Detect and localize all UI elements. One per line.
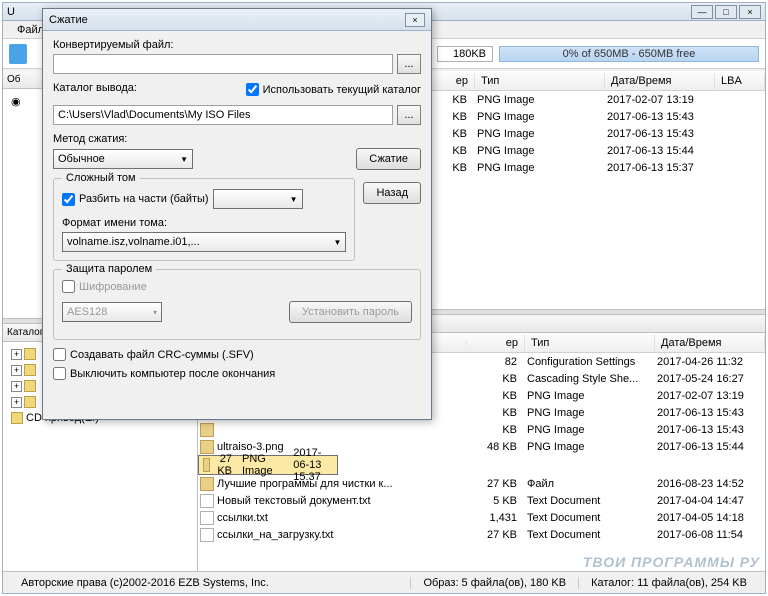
volume-name-label: Формат имени тома: [62, 217, 346, 229]
col-size[interactable]: ер [467, 335, 525, 351]
col-lba[interactable]: LBA [715, 73, 765, 89]
chevron-down-icon: ▼ [180, 155, 188, 164]
maximize-button[interactable]: □ [715, 5, 737, 19]
table-row[interactable]: Новый текстовый документ.txt5 KBText Doc… [198, 492, 765, 509]
file-icon [200, 494, 214, 508]
file-icon [200, 511, 214, 525]
cd-icon: ◉ [11, 95, 21, 108]
file-icon [200, 477, 214, 491]
output-dir-input[interactable] [53, 105, 393, 125]
set-password-button: Установить пароль [289, 301, 412, 323]
volume-group: Сложный том Разбить на части (байты) ▼ Ф… [53, 178, 355, 261]
col-date[interactable]: Дата/Время [655, 335, 765, 351]
chevron-down-icon: ▼ [290, 195, 298, 204]
expand-icon[interactable]: + [11, 365, 22, 376]
computer-icon [24, 348, 36, 360]
catalog-status: Каталог: 11 файла(ов), 254 KB [578, 577, 759, 589]
table-row[interactable]: KBPNG Image2017-06-13 15:43 [198, 421, 765, 438]
total-size-value: 180KB [437, 46, 493, 62]
file-icon [200, 423, 214, 437]
file-icon [200, 440, 214, 454]
crc-checkbox[interactable]: Создавать файл CRC-суммы (.SFV) [53, 348, 421, 361]
folder-icon [24, 364, 36, 376]
compress-button[interactable]: Сжатие [356, 148, 421, 170]
file-icon [200, 528, 214, 542]
expand-icon[interactable]: + [11, 349, 22, 360]
minimize-button[interactable]: — [691, 5, 713, 19]
method-label: Метод сжатия: [53, 133, 421, 145]
browse-source-button[interactable]: ... [397, 54, 421, 74]
dialog-close-button[interactable]: × [405, 13, 425, 27]
shutdown-checkbox[interactable]: Выключить компьютер после окончания [53, 367, 421, 380]
method-select[interactable]: Обычное▼ [53, 149, 193, 169]
compression-dialog: Сжатие × Конвертируемый файл: ... Катало… [42, 8, 432, 420]
volume-name-select[interactable]: volname.isz,volname.i01,...▼ [62, 232, 346, 252]
col-date[interactable]: Дата/Время [605, 73, 715, 89]
browse-output-button[interactable]: ... [397, 105, 421, 125]
folder-icon [24, 396, 36, 408]
statusbar: Авторские права (c)2002-2016 EZB Systems… [3, 571, 765, 593]
expand-icon[interactable]: + [11, 397, 22, 408]
split-checkbox[interactable]: Разбить на части (байты) [62, 193, 209, 206]
col-type[interactable]: Тип [475, 73, 605, 89]
chevron-down-icon: ▼ [334, 238, 342, 247]
close-button[interactable]: × [739, 5, 761, 19]
folder-icon [24, 380, 36, 392]
watermark: ТВОИ ПРОГРАММЫ РУ [583, 554, 760, 570]
password-group: Защита паролем Шифрование AES128▾ Устано… [53, 269, 421, 340]
table-row[interactable]: ultraiso-logo.png27 KBPNG Image2017-06-1… [198, 455, 338, 475]
new-doc-icon[interactable] [9, 44, 27, 64]
dialog-titlebar[interactable]: Сжатие × [43, 9, 431, 31]
capacity-bar: 0% of 650MB - 650MB free [499, 46, 759, 62]
copyright-text: Авторские права (c)2002-2016 EZB Systems… [9, 577, 281, 589]
encryption-select: AES128▾ [62, 302, 162, 322]
back-button[interactable]: Назад [363, 182, 421, 204]
use-current-checkbox[interactable]: Использовать текущий каталог [246, 83, 421, 96]
source-file-label: Конвертируемый файл: [53, 39, 421, 51]
col-type[interactable]: Тип [525, 335, 655, 351]
source-file-input[interactable] [53, 54, 393, 74]
app-title: U [7, 6, 15, 18]
file-icon [203, 458, 210, 472]
table-row[interactable]: ссылки_на_загрузку.txt27 KBText Document… [198, 526, 765, 543]
chevron-down-icon: ▾ [153, 308, 157, 317]
split-size-select[interactable]: ▼ [213, 189, 303, 209]
cd-drive-icon [11, 412, 23, 424]
encryption-checkbox[interactable]: Шифрование [62, 280, 147, 293]
table-row[interactable]: ссылки.txt1,431Text Document2017-04-05 1… [198, 509, 765, 526]
image-status: Образ: 5 файла(ов), 180 KB [410, 577, 578, 589]
dialog-title: Сжатие [49, 14, 88, 26]
output-dir-label: Каталог вывода: [53, 82, 137, 94]
expand-icon[interactable]: + [11, 381, 22, 392]
table-row[interactable]: Лучшие программы для чистки к...27 KBФай… [198, 475, 765, 492]
